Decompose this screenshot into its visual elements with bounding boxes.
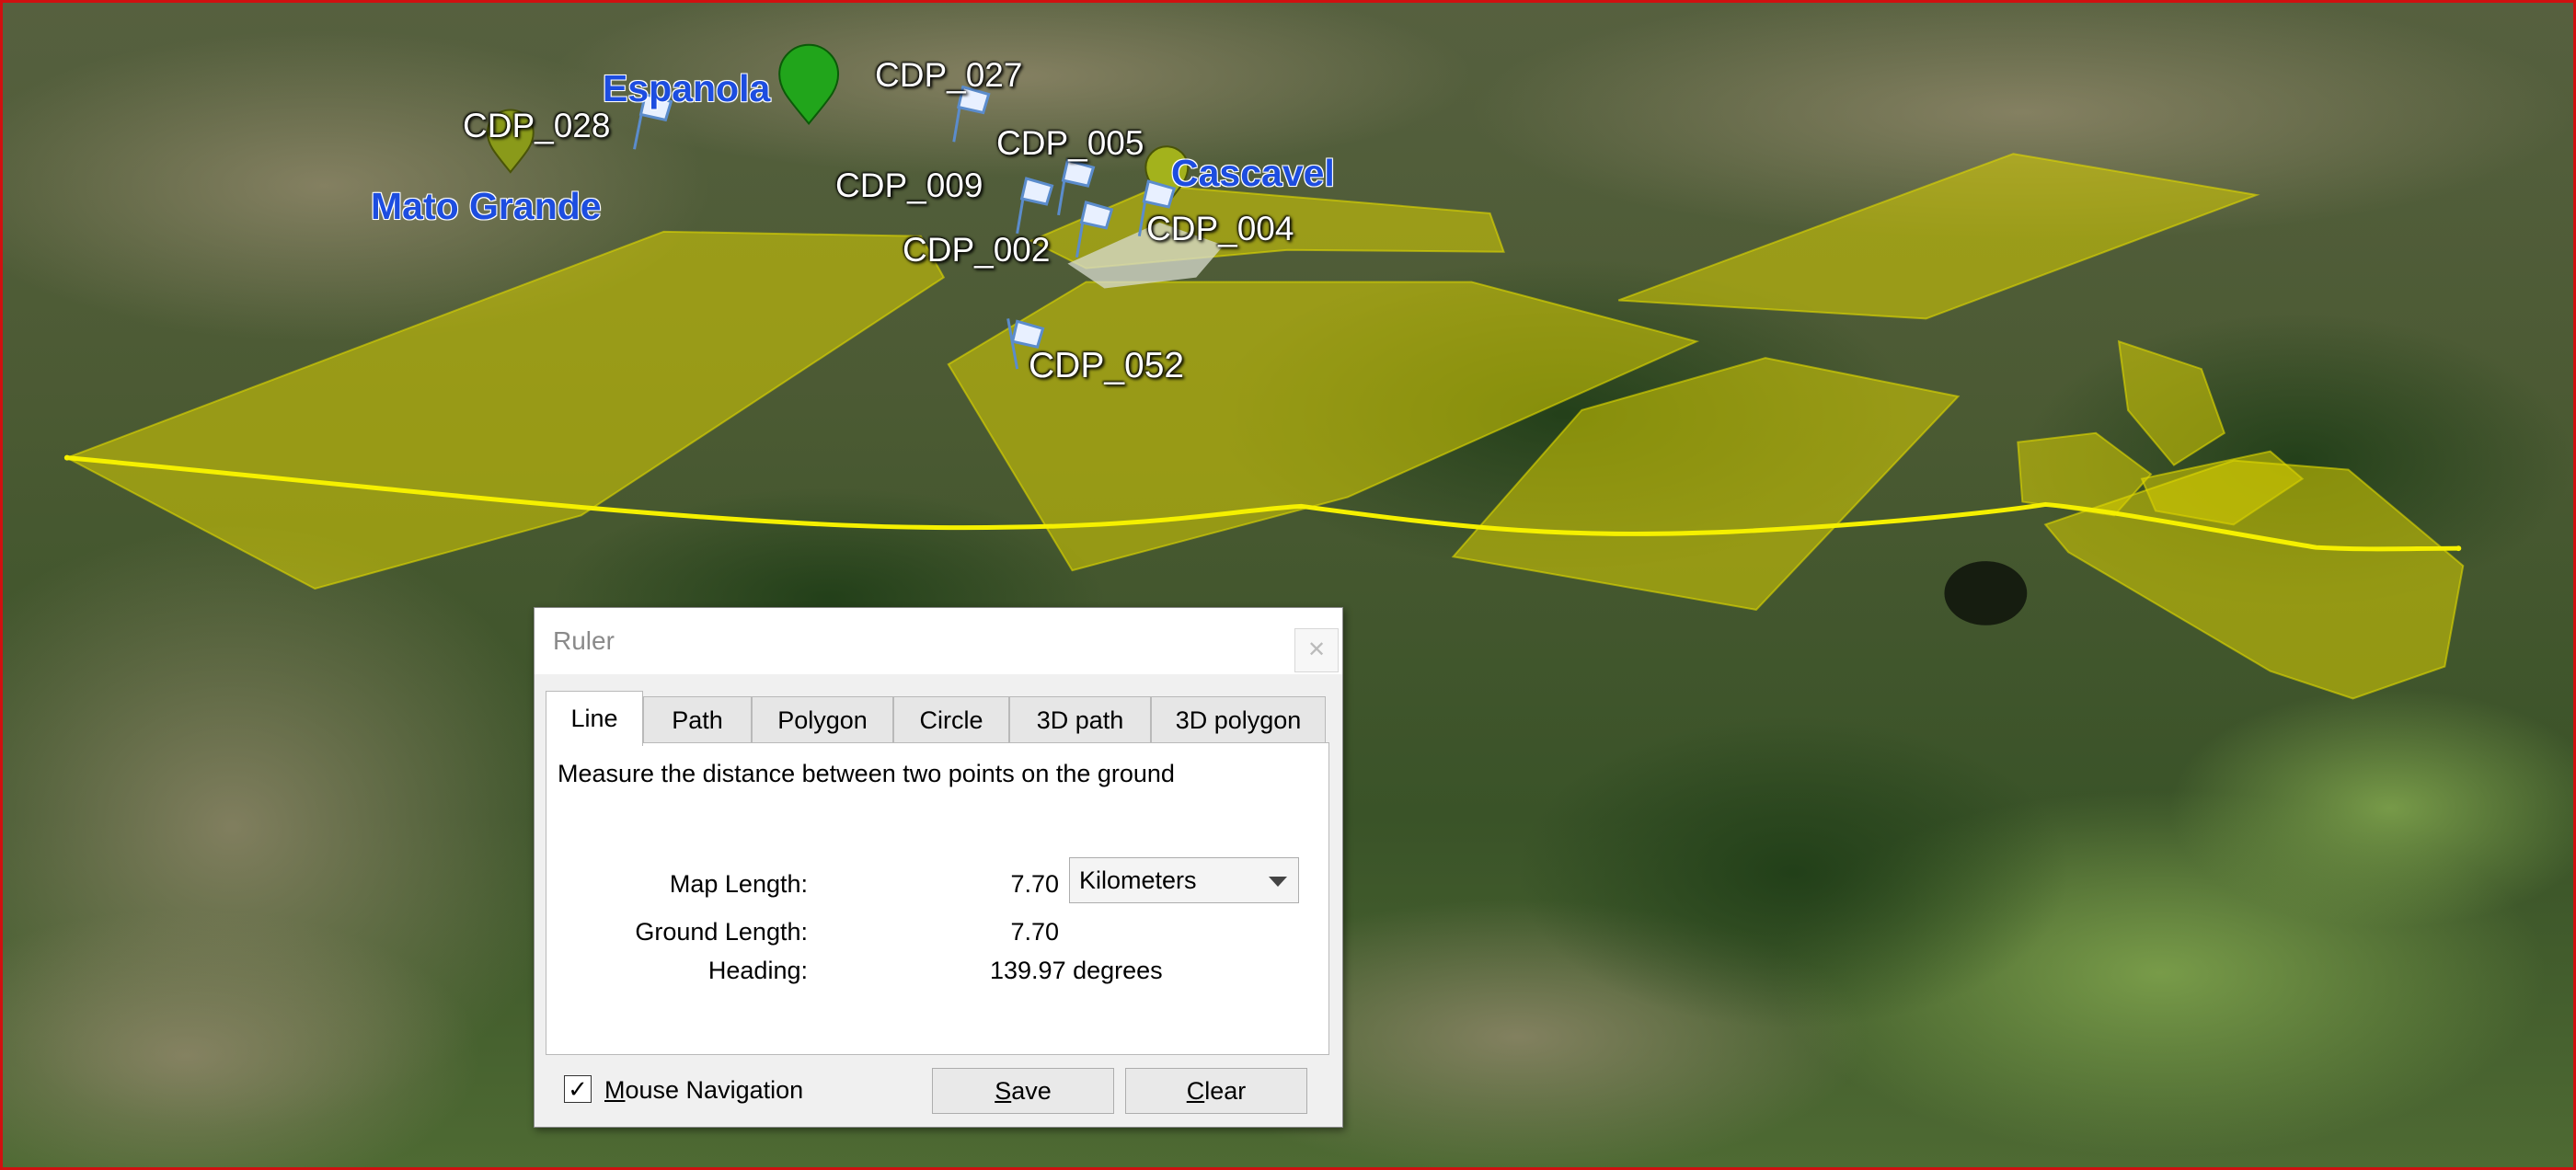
- tab-3d-path[interactable]: 3D path: [1009, 696, 1151, 744]
- flag-label-cdp-005: CDP_005: [996, 124, 1144, 162]
- close-icon: ✕: [1306, 637, 1327, 662]
- flag-label-cdp-052: CDP_052: [1029, 346, 1185, 385]
- button-label-rest: lear: [1204, 1077, 1247, 1105]
- tab-polygon[interactable]: Polygon: [752, 696, 893, 744]
- button-label-rest: ave: [1011, 1077, 1052, 1105]
- mnemonic-letter: C: [1186, 1077, 1205, 1105]
- units-dropdown[interactable]: Kilometers: [1069, 857, 1299, 903]
- line-tab-panel: Measure the distance between two points …: [546, 742, 1329, 1055]
- tab-circle[interactable]: Circle: [893, 696, 1009, 744]
- ruler-titlebar[interactable]: Ruler ✕: [535, 608, 1342, 674]
- mnemonic-letter: M: [604, 1076, 626, 1104]
- heading-label: Heading:: [707, 957, 808, 984]
- units-selected-value: Kilometers: [1079, 866, 1197, 894]
- save-button[interactable]: Save: [932, 1068, 1114, 1114]
- heading-value: 139.97 degrees: [990, 957, 1163, 984]
- mouse-navigation-label: Mouse Navigation: [604, 1076, 803, 1105]
- flag-label-cdp-004: CDP_004: [1146, 210, 1294, 247]
- map-length-label: Map Length:: [669, 870, 808, 898]
- place-label-mato-grande: Mato Grande: [371, 185, 602, 227]
- label-rest: ouse Navigation: [625, 1076, 804, 1104]
- map-length-value: 7.70: [1010, 870, 1059, 898]
- flag-label-cdp-027: CDP_027: [875, 56, 1023, 94]
- clear-button[interactable]: Clear: [1125, 1068, 1307, 1114]
- chevron-down-icon: [1269, 877, 1287, 887]
- ruler-dialog[interactable]: Ruler ✕ Line Path Polygon Circle 3D path…: [534, 607, 1343, 1128]
- place-label-espanola: Espanola: [603, 67, 771, 109]
- place-label-cascavel: Cascavel: [1171, 152, 1335, 194]
- dialog-title: Ruler: [553, 626, 615, 655]
- flag-label-cdp-002: CDP_002: [903, 231, 1051, 269]
- tab-line[interactable]: Line: [546, 691, 643, 746]
- ground-length-value: 7.70: [1010, 918, 1059, 946]
- tab-description: Measure the distance between two points …: [558, 760, 1175, 787]
- flag-label-cdp-028: CDP_028: [463, 107, 611, 144]
- tab-3d-polygon[interactable]: 3D polygon: [1151, 696, 1326, 744]
- flag-label-cdp-009: CDP_009: [835, 166, 983, 204]
- close-button[interactable]: ✕: [1294, 628, 1339, 672]
- mnemonic-letter: S: [995, 1077, 1012, 1105]
- ground-length-label: Ground Length:: [635, 918, 808, 946]
- checkbox-check-icon[interactable]: ✓: [564, 1075, 592, 1103]
- tab-path[interactable]: Path: [643, 696, 752, 744]
